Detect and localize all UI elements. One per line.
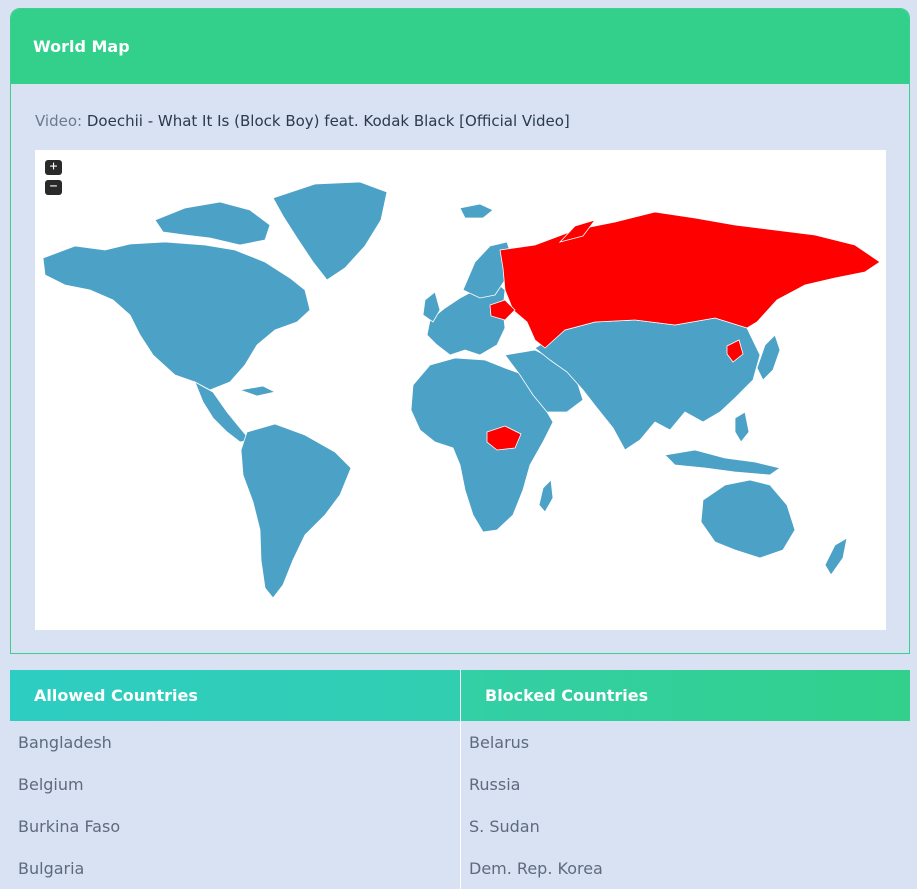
region-japan[interactable]	[756, 334, 781, 381]
allowed-country-item: Belgium	[18, 774, 84, 794]
blocked-country-item: S. Sudan	[469, 816, 540, 836]
region-arctic-islands[interactable]	[154, 201, 271, 246]
blocked-country-item: Belarus	[469, 732, 530, 752]
zoom-out-button[interactable]: −	[45, 180, 62, 195]
video-label: Video:	[35, 112, 83, 130]
region-iceland[interactable]	[459, 203, 494, 219]
world-map[interactable]: + −	[35, 150, 886, 630]
region-madagascar[interactable]	[538, 479, 554, 513]
world-map-svg[interactable]	[35, 150, 886, 630]
blocked-country-item: Russia	[469, 774, 521, 794]
world-map-card: World Map Video: Doechii - What It Is (B…	[10, 8, 910, 654]
video-info: Video: Doechii - What It Is (Block Boy) …	[35, 112, 570, 130]
zoom-in-button[interactable]: +	[45, 160, 62, 175]
region-new-zealand[interactable]	[824, 537, 848, 576]
region-north-america[interactable]	[42, 241, 311, 391]
region-australia[interactable]	[700, 479, 796, 559]
allowed-countries-column: Allowed Countries Bangladesh Belgium Bur…	[10, 670, 460, 889]
region-caribbean[interactable]	[238, 385, 277, 397]
region-philippines[interactable]	[734, 411, 750, 443]
allowed-country-item: Bulgaria	[18, 858, 85, 878]
region-greenland[interactable]	[272, 181, 388, 281]
video-title: Doechii - What It Is (Block Boy) feat. K…	[86, 112, 570, 130]
blocked-countries-column: Blocked Countries Belarus Russia S. Suda…	[460, 670, 910, 889]
blocked-country-item: Dem. Rep. Korea	[469, 858, 603, 878]
region-indonesia[interactable]	[664, 449, 781, 476]
region-south-america[interactable]	[240, 423, 352, 599]
allowed-countries-header: Allowed Countries	[10, 670, 460, 721]
blocked-countries-header: Blocked Countries	[461, 670, 910, 721]
allowed-country-item: Bangladesh	[18, 732, 112, 752]
allowed-country-item: Burkina Faso	[18, 816, 121, 836]
card-title: World Map	[11, 9, 909, 84]
country-lists: Allowed Countries Bangladesh Belgium Bur…	[10, 670, 910, 889]
